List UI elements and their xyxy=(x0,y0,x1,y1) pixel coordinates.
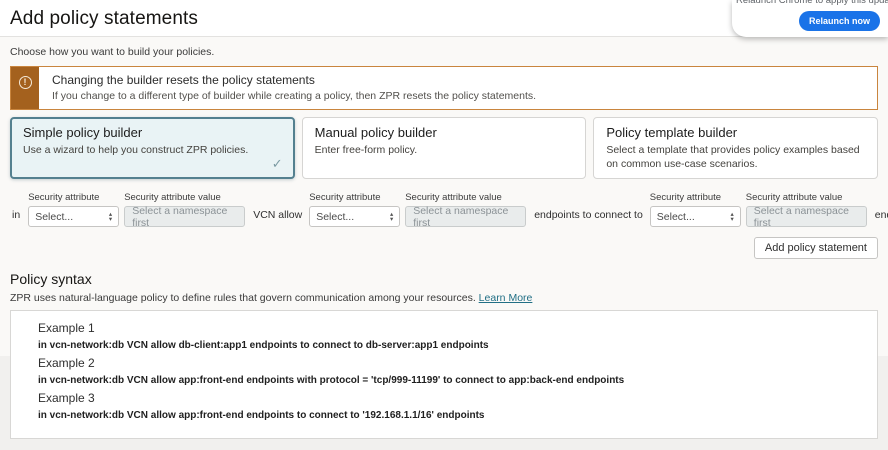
card-title: Policy template builder xyxy=(606,125,865,140)
field-label: Security attribute xyxy=(650,192,741,203)
card-description: Enter free-form policy. xyxy=(315,144,574,158)
card-title: Manual policy builder xyxy=(315,125,574,140)
example-code: in vcn-network:db VCN allow db-client:ap… xyxy=(38,340,850,351)
stepper-icon: ▴▾ xyxy=(109,212,112,222)
security-attribute-value-input-3[interactable]: Select a namespace first xyxy=(746,206,867,227)
field-label: Security attribute xyxy=(309,192,400,203)
security-attribute-field-2: Security attribute Select... ▴▾ xyxy=(309,192,400,227)
add-statement-row: Add policy statement xyxy=(10,237,878,259)
statement-group-2: Security attribute Select... ▴▾ Security… xyxy=(309,192,650,227)
security-attribute-value-input-1[interactable]: Select a namespace first xyxy=(124,206,245,227)
example-code: in vcn-network:db VCN allow app:front-en… xyxy=(38,410,850,421)
security-attribute-value-field-3: Security attribute value Select a namesp… xyxy=(746,192,867,227)
builder-intro-text: Choose how you want to build your polici… xyxy=(10,46,878,58)
statement-group-1: Security attribute Select... ▴▾ Security… xyxy=(28,192,309,227)
security-attribute-value-input-2[interactable]: Select a namespace first xyxy=(405,206,526,227)
policy-syntax-heading: Policy syntax xyxy=(10,271,878,287)
add-policy-statement-button[interactable]: Add policy statement xyxy=(754,237,878,259)
card-manual-policy-builder[interactable]: Manual policy builder Enter free-form po… xyxy=(302,117,587,179)
warning-description: If you change to a different type of bui… xyxy=(52,90,536,102)
security-attribute-field-3: Security attribute Select... ▴▾ xyxy=(650,192,741,227)
card-policy-template-builder[interactable]: Policy template builder Select a templat… xyxy=(593,117,878,179)
statement-connector: VCN allow xyxy=(250,209,309,227)
security-attribute-value-field-2: Security attribute value Select a namesp… xyxy=(405,192,526,227)
card-description: Use a wizard to help you construct ZPR p… xyxy=(23,144,282,158)
policy-statement-row: in Security attribute Select... ▴▾ Secur… xyxy=(10,192,878,227)
field-label: Security attribute value xyxy=(124,192,245,203)
warning-body: Changing the builder resets the policy s… xyxy=(39,67,548,109)
warning-banner: ! Changing the builder resets the policy… xyxy=(10,66,878,110)
security-attribute-select-3[interactable]: Select... ▴▾ xyxy=(650,206,741,227)
chrome-update-message: Relaunch Chrome to apply this update xyxy=(736,0,884,6)
select-value: Select... xyxy=(316,211,354,223)
learn-more-link[interactable]: Learn More xyxy=(479,292,533,304)
example-label: Example 2 xyxy=(38,356,850,370)
policy-examples-box: Example 1 in vcn-network:db VCN allow db… xyxy=(10,310,878,439)
stepper-icon: ▴▾ xyxy=(731,212,734,222)
statement-connector: endpoints to connect to xyxy=(531,209,650,227)
builder-cards: Simple policy builder Use a wizard to he… xyxy=(10,117,878,179)
check-icon: ✓ xyxy=(272,156,283,172)
security-attribute-value-field-1: Security attribute value Select a namesp… xyxy=(124,192,245,227)
statement-connector: endpoints xyxy=(872,209,888,227)
card-title: Simple policy builder xyxy=(23,125,282,140)
warning-title: Changing the builder resets the policy s… xyxy=(52,73,536,87)
policy-syntax-text: ZPR uses natural-language policy to defi… xyxy=(10,292,476,304)
card-description: Select a template that provides policy e… xyxy=(606,144,865,171)
field-label: Security attribute xyxy=(28,192,119,203)
example-code: in vcn-network:db VCN allow app:front-en… xyxy=(38,375,850,386)
field-label: Security attribute value xyxy=(746,192,867,203)
relaunch-now-button[interactable]: Relaunch now xyxy=(799,11,880,31)
warning-icon: ! xyxy=(19,76,32,89)
security-attribute-select-2[interactable]: Select... ▴▾ xyxy=(309,206,400,227)
security-attribute-field-1: Security attribute Select... ▴▾ xyxy=(28,192,119,227)
stepper-icon: ▴▾ xyxy=(390,212,393,222)
policy-syntax-description: ZPR uses natural-language policy to defi… xyxy=(10,292,878,304)
select-value: Select... xyxy=(35,211,73,223)
statement-group-3: Security attribute Select... ▴▾ Security… xyxy=(650,192,888,227)
example-label: Example 3 xyxy=(38,391,850,405)
chrome-update-toast: Relaunch Chrome to apply this update Rel… xyxy=(732,0,888,37)
statement-prefix: in xyxy=(10,209,28,227)
field-label: Security attribute value xyxy=(405,192,526,203)
select-value: Select... xyxy=(657,211,695,223)
card-simple-policy-builder[interactable]: Simple policy builder Use a wizard to he… xyxy=(10,117,295,179)
security-attribute-select-1[interactable]: Select... ▴▾ xyxy=(28,206,119,227)
warning-icon-block: ! xyxy=(11,67,39,109)
example-label: Example 1 xyxy=(38,321,850,335)
main-panel: Choose how you want to build your polici… xyxy=(0,37,888,356)
